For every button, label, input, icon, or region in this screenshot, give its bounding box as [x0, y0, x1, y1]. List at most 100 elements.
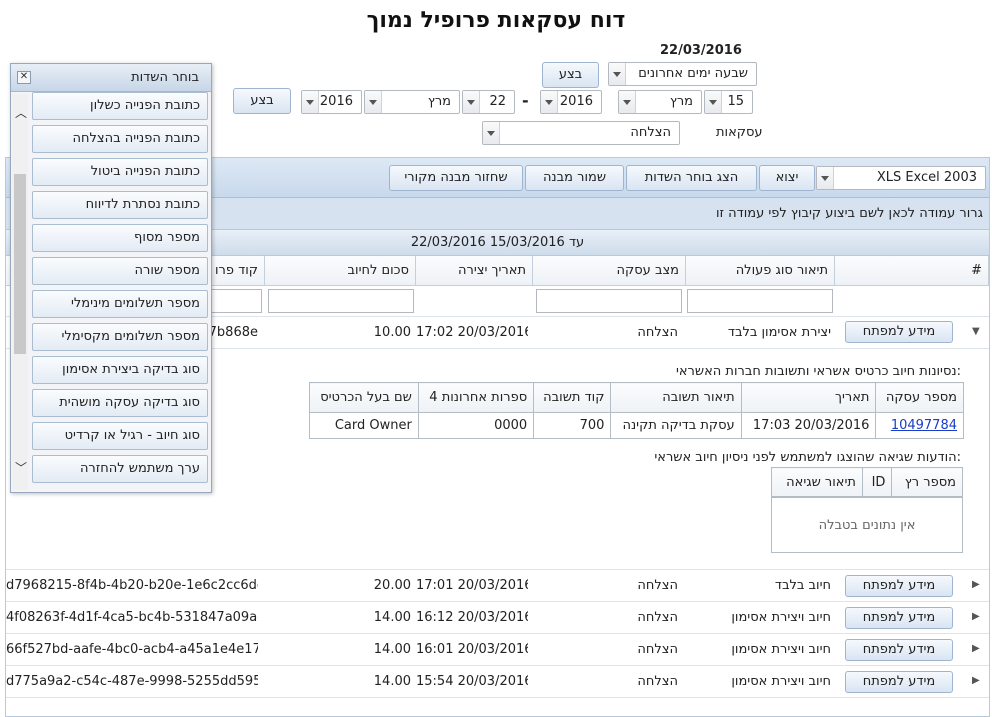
row-created: 16:12 20/03/2016 [416, 610, 528, 625]
field-chooser-item[interactable]: מספר תשלומים מינימלי [32, 290, 208, 318]
row-amount: 14.00 [373, 642, 411, 657]
chevron-down-icon[interactable] [483, 122, 500, 144]
row-action-type: יצירת אסימון בלבד [727, 325, 831, 340]
field-chooser-item[interactable]: מספר מסוף [32, 224, 208, 252]
status-select[interactable]: הצלחה [482, 121, 680, 145]
field-chooser-item[interactable]: כתובת הפנייה כשלון [32, 92, 208, 120]
chevron-down-icon[interactable] [705, 91, 722, 113]
row-action-type: חיוב ויצירת אסימון [731, 642, 831, 657]
row-status: הצלחה [637, 674, 678, 689]
developer-info-button[interactable]: מידע למפתח [845, 575, 953, 597]
range-dash: - [522, 91, 529, 110]
row-code: 4f08263f-4d1f-4ca5-bc4b-531847a09ad4 [6, 610, 258, 625]
field-chooser-item[interactable]: מספר תשלומים מקסימלי [32, 323, 208, 351]
chevron-down-icon[interactable] [302, 91, 319, 113]
chevron-down-icon[interactable] [817, 167, 834, 189]
filter-status-input[interactable] [536, 289, 682, 313]
chevron-down-icon[interactable] [619, 91, 636, 113]
row-amount: 14.00 [373, 610, 411, 625]
collapse-row-icon[interactable]: ▼ [972, 326, 980, 337]
column-header-action-type[interactable]: תיאור סוג פעולה [686, 256, 835, 286]
row-amount: 14.00 [373, 674, 411, 689]
row-created: 15:54 20/03/2016 [416, 674, 528, 689]
row-created: 17:02 20/03/2016 [416, 325, 528, 340]
column-header-index[interactable]: # [835, 256, 989, 286]
scroll-down-icon[interactable]: ﹀ [15, 459, 27, 476]
row-created: 17:01 20/03/2016 [416, 578, 528, 593]
field-chooser-item[interactable]: מספר שורה [32, 257, 208, 285]
field-chooser-item[interactable]: ערך משתמש להחזרה [32, 455, 208, 483]
errors-table: תיאור שגיאה ID מספר רץ [771, 467, 963, 498]
page-title: דוח עסקאות פרופיל נמוך [366, 8, 626, 33]
to-day-select[interactable]: 22 [462, 90, 515, 114]
developer-info-button[interactable]: מידע למפתח [845, 639, 953, 661]
chevron-down-icon[interactable] [365, 91, 382, 113]
column-header-amount[interactable]: סכום לחיוב [265, 256, 416, 286]
errors-empty-text: אין נתונים בטבלה [818, 518, 916, 533]
errors-empty-box: אין נתונים בטבלה [771, 496, 963, 553]
errors-title: הודעות שגיאה שהוצגו למשתמש לפני ניסיון ח… [654, 450, 961, 465]
field-chooser-item[interactable]: סוג בדיקה ביצירת אסימון [32, 356, 208, 384]
field-chooser-item[interactable]: כתובת נסתרת לדיווח [32, 191, 208, 219]
restore-layout-button[interactable]: שחזור מבנה מקורי [389, 165, 523, 191]
chevron-down-icon[interactable] [541, 91, 558, 113]
chevron-down-icon[interactable] [463, 91, 480, 113]
period-select[interactable]: שבעה ימים אחרונים [608, 62, 757, 86]
close-icon[interactable]: ✕ [17, 71, 31, 84]
filter-code-input[interactable] [206, 289, 262, 313]
row-created: 16:01 20/03/2016 [416, 642, 528, 657]
run-range-button[interactable]: בצע [233, 88, 291, 114]
field-chooser-item[interactable]: כתובת הפנייה ביטול [32, 158, 208, 186]
row-code: d7968215-8f4b-4b20-b20e-1e6c2cc6dca6 [6, 578, 258, 593]
to-month-select[interactable]: מרץ [364, 90, 460, 114]
export-button[interactable]: יצוא [759, 165, 815, 191]
column-header-created[interactable]: תאריך יצירה [416, 256, 533, 286]
errors-header: תיאור שגיאה [771, 467, 863, 498]
row-status: הצלחה [637, 325, 678, 340]
from-day-select[interactable]: 15 [704, 90, 753, 114]
field-chooser-item[interactable]: כתובת הפנייה בהצלחה [32, 125, 208, 153]
row-action-type: חיוב ויצירת אסימון [731, 674, 831, 689]
save-layout-button[interactable]: שמור מבנה [525, 165, 624, 191]
attempts-header: תאריך [740, 382, 877, 413]
scroll-up-icon[interactable]: ︿ [15, 104, 27, 121]
from-month-select[interactable]: מרץ [618, 90, 702, 114]
expand-row-icon[interactable]: ▶ [972, 643, 980, 654]
filter-amount-input[interactable] [268, 289, 414, 313]
to-year-select[interactable]: 2016 [301, 90, 362, 114]
expand-row-icon[interactable]: ▶ [972, 675, 980, 686]
expand-row-icon[interactable]: ▶ [972, 579, 980, 590]
developer-info-button[interactable]: מידע למפתח [845, 607, 953, 629]
developer-info-button[interactable]: מידע למפתח [845, 321, 953, 343]
row-amount: 20.00 [373, 578, 411, 593]
scrollbar-thumb[interactable] [14, 174, 26, 354]
show-field-chooser-button[interactable]: הצג בוחר השדות [626, 165, 757, 191]
attempts-header: 4 ספרות אחרונות [417, 382, 535, 413]
column-header-status[interactable]: מצב עסקה [533, 256, 686, 286]
chevron-down-icon[interactable] [609, 63, 626, 85]
row-code: 66f527bd-aafe-4bc0-acb4-a45a1e4e17f7 [6, 642, 258, 657]
field-chooser-header[interactable]: בוחר השדות ✕ [11, 64, 211, 92]
attempts-header: שם בעל הכרטיס [309, 382, 419, 413]
developer-info-button[interactable]: מידע למפתח [845, 671, 953, 693]
field-chooser-item[interactable]: סוג חיוב - רגיל או קרדיט [32, 422, 208, 450]
row-code: d775a9a2-c54c-487e-9998-5255dd5950a8 [6, 674, 258, 689]
row-action-type: חיוב בלבד [774, 578, 831, 593]
field-chooser-scrollbar[interactable]: ︿ ﹀ [12, 94, 28, 490]
report-date: 22/03/2016 [660, 43, 742, 58]
transactions-label: עסקאות [716, 125, 763, 140]
field-chooser-popup: בוחר השדות ✕ ︿ ﹀ כתובת הפנייה כשלון כתובת… [10, 63, 212, 493]
row-status: הצלחה [637, 610, 678, 625]
filter-action-type-input[interactable] [687, 289, 833, 313]
row-status: הצלחה [637, 578, 678, 593]
run-period-button[interactable]: בצע [542, 62, 599, 88]
row-divider [6, 697, 989, 698]
expand-row-icon[interactable]: ▶ [972, 611, 980, 622]
from-year-select[interactable]: 2016 [540, 90, 602, 114]
attempts-title: נסיונות חיוב כרטיס אשראי ותשובות חברות ה… [675, 364, 961, 379]
row-status: הצלחה [637, 642, 678, 657]
export-format-select[interactable]: XLS Excel 2003 [816, 166, 986, 190]
attempts-table: שם בעל הכרטיס 4 ספרות אחרונות קוד תשובה … [309, 382, 964, 439]
field-chooser-item[interactable]: סוג בדיקה עסקה מושהית [32, 389, 208, 417]
transaction-number-link[interactable]: 10497784 [891, 418, 957, 433]
